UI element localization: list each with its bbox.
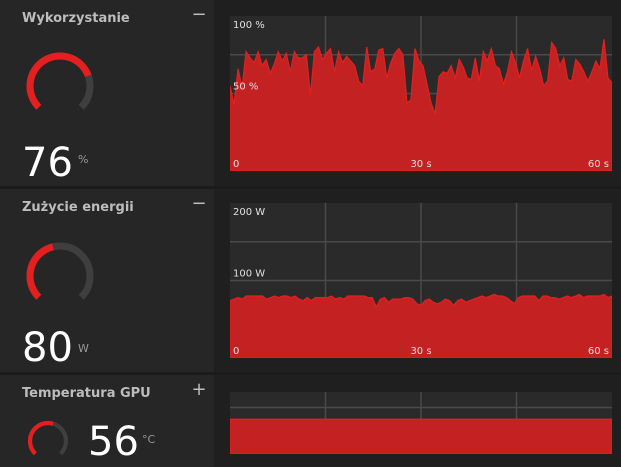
x-tick-label: 60 s (588, 159, 609, 170)
x-tick-label: 60 s (588, 346, 609, 357)
series-area (230, 418, 612, 454)
collapse-button[interactable]: − (190, 193, 208, 214)
usage-unit: % (78, 153, 89, 166)
panel-title: Temperatura GPU (22, 386, 151, 401)
gpu-temp-value: 56 (88, 419, 139, 465)
panel-title: Wykorzystanie (22, 11, 130, 26)
gauge-fill (27, 420, 54, 456)
power-unit: W (78, 342, 89, 355)
usage-graph-area: 100 % 50 % 0 30 s 60 s (214, 0, 621, 186)
collapse-button[interactable]: − (190, 4, 208, 25)
panel-title: Zużycie energii (22, 200, 134, 215)
y-tick-label: 100 W (233, 269, 265, 280)
panel-power-side: Zużycie energii − 80 W (0, 189, 214, 372)
x-tick-label: 30 s (410, 159, 431, 170)
usage-value: 76 (22, 140, 73, 186)
panel-gpu-temp-side: Temperatura GPU + 56 °C (0, 375, 214, 467)
y-tick-label: 50 % (233, 82, 258, 93)
gpu-temp-unit: °C (142, 433, 156, 446)
power-graph-area: 200 W 100 W 0 30 s 60 s (214, 189, 621, 372)
x-tick-label: 0 (233, 346, 239, 357)
gpu-temp-chart (230, 392, 612, 454)
power-gauge-icon (26, 242, 94, 300)
power-value: 80 (22, 325, 73, 371)
usage-gauge-icon (26, 52, 94, 110)
panel-usage-side: Wykorzystanie − 76 % (0, 0, 214, 186)
x-tick-label: 0 (233, 159, 239, 170)
panel-usage: Wykorzystanie − 76 % 100 % 50 % 0 30 s 60 s (0, 0, 621, 186)
gauge-fill (26, 243, 55, 300)
y-tick-label: 100 % (233, 20, 265, 31)
y-tick-label: 200 W (233, 207, 265, 218)
gauge-fill (26, 52, 92, 110)
x-tick-label: 30 s (410, 346, 431, 357)
panel-gpu-temp: Temperatura GPU + 56 °C (0, 375, 621, 467)
panel-power: Zużycie energii − 80 W 200 W 100 W 0 30 s 60… (0, 189, 621, 372)
expand-button[interactable]: + (190, 379, 208, 400)
gpu-temp-graph-area (214, 375, 621, 467)
gpu-temp-gauge-icon (27, 420, 69, 456)
power-chart: 200 W 100 W 0 30 s 60 s (230, 203, 612, 358)
usage-chart: 100 % 50 % 0 30 s 60 s (230, 16, 612, 171)
